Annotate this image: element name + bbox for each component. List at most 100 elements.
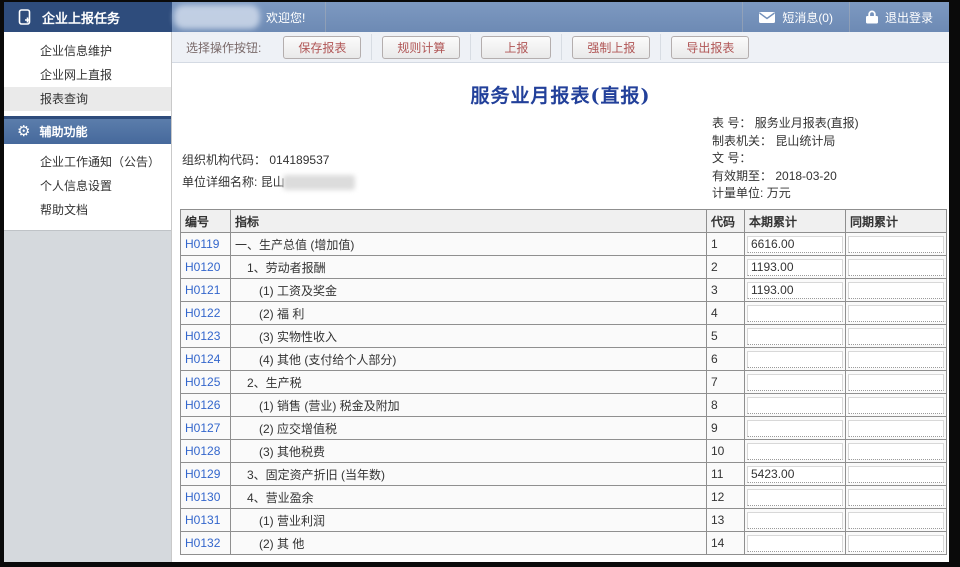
indicator-cell: 一、生产总值 (增加值): [231, 233, 707, 256]
indicator-cell: 4、营业盈余: [231, 486, 707, 509]
row-code-link[interactable]: H0119: [181, 233, 231, 256]
toolbar-label: 选择操作按钮:: [186, 39, 261, 56]
indicator-cell: (2) 应交增值税: [231, 417, 707, 440]
sidebar-item-enterprise-info[interactable]: 企业信息维护: [4, 39, 171, 63]
indicator-cell: 2、生产税: [231, 371, 707, 394]
current-period-input[interactable]: [747, 535, 843, 552]
redacted-company-name: [174, 5, 260, 29]
indicator-cell: (1) 营业利润: [231, 509, 707, 532]
table-row: H0120 1、劳动者报酬 2: [181, 256, 947, 279]
current-period-input[interactable]: [747, 397, 843, 414]
table-row: H0132 (2) 其 他 14: [181, 532, 947, 555]
same-period-input[interactable]: [848, 443, 944, 460]
seq-cell: 10: [707, 440, 745, 463]
redacted-unit-name: [283, 175, 355, 190]
table-row: H0124 (4) 其他 (支付给个人部分) 6: [181, 348, 947, 371]
header-current-period: 本期累计: [745, 210, 846, 233]
submit-button[interactable]: 上报: [481, 36, 551, 59]
sidebar-item-help-docs[interactable]: 帮助文档: [4, 198, 171, 222]
toolbar-divider: [561, 34, 562, 60]
org-meta-block: 组织机构代码： 014189537 单位详细名称: 昆山: [182, 149, 355, 193]
row-code-link[interactable]: H0128: [181, 440, 231, 463]
row-code-link[interactable]: H0130: [181, 486, 231, 509]
current-period-input[interactable]: [747, 443, 843, 460]
current-period-input[interactable]: [747, 328, 843, 345]
same-period-input[interactable]: [848, 397, 944, 414]
current-period-input[interactable]: [747, 512, 843, 529]
app-title-header[interactable]: 企业上报任务: [4, 2, 172, 32]
messages-button[interactable]: 短消息(0): [743, 2, 849, 32]
row-code-link[interactable]: H0129: [181, 463, 231, 486]
same-period-input[interactable]: [848, 374, 944, 391]
force-submit-button[interactable]: 强制上报: [572, 36, 650, 59]
current-period-input[interactable]: [747, 420, 843, 437]
welcome-text: 欢迎您!: [266, 9, 305, 26]
row-code-link[interactable]: H0124: [181, 348, 231, 371]
current-period-input[interactable]: [747, 305, 843, 322]
sidebar-section-auxiliary-functions[interactable]: ⚙ 辅助功能: [4, 116, 171, 144]
current-period-input[interactable]: [747, 374, 843, 391]
report-table: 编号 指标 代码 本期累计 同期累计 H0119 一、生产总值 (增加值) 1: [180, 209, 947, 555]
table-row: H0130 4、营业盈余 12: [181, 486, 947, 509]
row-code-link[interactable]: H0125: [181, 371, 231, 394]
row-code-link[interactable]: H0123: [181, 325, 231, 348]
unit-name-visible: 昆山: [261, 175, 285, 189]
row-code-link[interactable]: H0127: [181, 417, 231, 440]
top-bar: 企业上报任务 欢迎您! 短消息(0) 退出登录: [4, 2, 949, 32]
meta-valid-until: 有效期至： 2018-03-20: [712, 168, 859, 186]
table-row: H0131 (1) 营业利润 13: [181, 509, 947, 532]
sidebar: 企业信息维护 企业网上直报 报表查询 ⚙ 辅助功能 企业工作通知（公告） 个人信…: [4, 32, 172, 562]
seq-cell: 1: [707, 233, 745, 256]
table-row: H0126 (1) 销售 (营业) 税金及附加 8: [181, 394, 947, 417]
current-period-input[interactable]: [747, 259, 843, 276]
same-period-input[interactable]: [848, 282, 944, 299]
gear-icon: ⚙: [17, 124, 30, 139]
current-period-input[interactable]: [747, 466, 843, 483]
same-period-input[interactable]: [848, 305, 944, 322]
sidebar-item-personal-settings[interactable]: 个人信息设置: [4, 174, 171, 198]
row-code-link[interactable]: H0120: [181, 256, 231, 279]
table-header-row: 编号 指标 代码 本期累计 同期累计: [181, 210, 947, 233]
indicator-cell: (2) 福 利: [231, 302, 707, 325]
save-report-button[interactable]: 保存报表: [283, 36, 361, 59]
current-period-input[interactable]: [747, 236, 843, 253]
same-period-input[interactable]: [848, 236, 944, 253]
same-period-input[interactable]: [848, 259, 944, 276]
sidebar-section-label: 辅助功能: [39, 123, 87, 140]
export-report-button[interactable]: 导出报表: [671, 36, 749, 59]
current-period-input[interactable]: [747, 282, 843, 299]
header-same-period: 同期累计: [846, 210, 947, 233]
messages-label: 短消息(0): [782, 9, 833, 26]
same-period-input[interactable]: [848, 489, 944, 506]
row-code-link[interactable]: H0126: [181, 394, 231, 417]
indicator-cell: (1) 销售 (营业) 税金及附加: [231, 394, 707, 417]
table-row: H0129 3、固定资产折旧 (当年数) 11: [181, 463, 947, 486]
row-code-link[interactable]: H0131: [181, 509, 231, 532]
row-code-link[interactable]: H0121: [181, 279, 231, 302]
current-period-input[interactable]: [747, 489, 843, 506]
seq-cell: 5: [707, 325, 745, 348]
sidebar-item-report-query[interactable]: 报表查询: [4, 87, 171, 111]
header-code: 编号: [181, 210, 231, 233]
indicator-cell: (1) 工资及奖金: [231, 279, 707, 302]
current-period-input[interactable]: [747, 351, 843, 368]
rule-calculate-button[interactable]: 规则计算: [382, 36, 460, 59]
app-title: 企业上报任务: [42, 8, 120, 27]
indicator-cell: 1、劳动者报酬: [231, 256, 707, 279]
row-code-link[interactable]: H0132: [181, 532, 231, 555]
main-panel: 选择操作按钮: 保存报表 规则计算 上报 强制上报 导出报表 服务业月报表(直报…: [172, 32, 949, 562]
same-period-input[interactable]: [848, 328, 944, 345]
same-period-input[interactable]: [848, 351, 944, 368]
sidebar-item-online-direct-report[interactable]: 企业网上直报: [4, 63, 171, 87]
same-period-input[interactable]: [848, 420, 944, 437]
sidebar-item-work-notice[interactable]: 企业工作通知（公告）: [4, 150, 171, 174]
table-row: H0127 (2) 应交增值税 9: [181, 417, 947, 440]
same-period-input[interactable]: [848, 466, 944, 483]
sidebar-group-auxiliary: 企业工作通知（公告） 个人信息设置 帮助文档: [4, 144, 171, 230]
screen-frame: 企业上报任务 欢迎您! 短消息(0) 退出登录 企业信息维护 企业网上直报: [0, 0, 960, 567]
same-period-input[interactable]: [848, 535, 944, 552]
row-code-link[interactable]: H0122: [181, 302, 231, 325]
same-period-input[interactable]: [848, 512, 944, 529]
logout-button[interactable]: 退出登录: [850, 2, 949, 32]
indicator-cell: 3、固定资产折旧 (当年数): [231, 463, 707, 486]
